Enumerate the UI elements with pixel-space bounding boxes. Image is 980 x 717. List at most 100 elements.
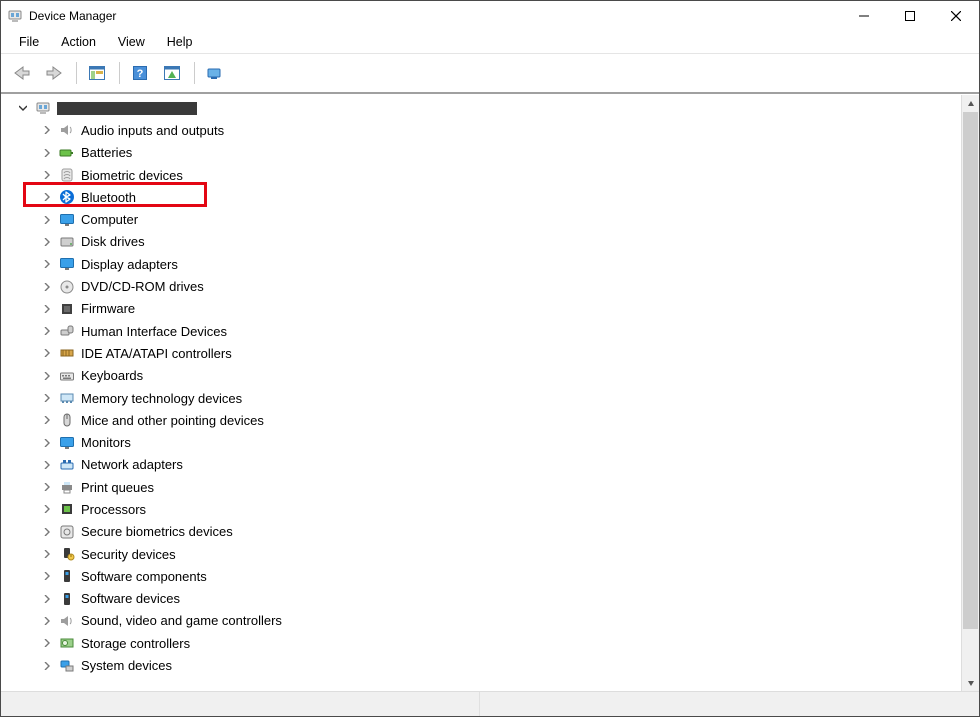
chevron-down-icon[interactable]	[17, 102, 29, 114]
tree-category[interactable]: Storage controllers	[5, 632, 961, 654]
chevron-right-icon[interactable]	[41, 370, 53, 382]
chevron-right-icon[interactable]	[41, 660, 53, 672]
category-label: Print queues	[81, 480, 154, 495]
chevron-right-icon[interactable]	[41, 191, 53, 203]
component-icon	[59, 568, 75, 584]
chevron-right-icon[interactable]	[41, 392, 53, 404]
tree-category[interactable]: Memory technology devices	[5, 387, 961, 409]
tree-root-node[interactable]	[5, 97, 961, 119]
tree-category[interactable]: Keyboards	[5, 365, 961, 387]
tree-category[interactable]: Human Interface Devices	[5, 320, 961, 342]
devices-and-printers-button[interactable]	[200, 60, 230, 86]
tree-category[interactable]: Software components	[5, 565, 961, 587]
tree-category[interactable]: Biometric devices	[5, 164, 961, 186]
scroll-down-button[interactable]	[962, 674, 979, 691]
category-label: Display adapters	[81, 257, 178, 272]
toolbar-separator	[119, 62, 120, 84]
category-label: Bluetooth	[81, 190, 136, 205]
scroll-up-button[interactable]	[962, 95, 979, 112]
menu-action[interactable]: Action	[51, 33, 106, 51]
scroll-track[interactable]	[962, 112, 979, 674]
monitor-icon	[59, 435, 75, 451]
menu-view[interactable]: View	[108, 33, 155, 51]
chevron-right-icon[interactable]	[41, 637, 53, 649]
chevron-right-icon[interactable]	[41, 325, 53, 337]
shield-icon	[59, 546, 75, 562]
category-label: Keyboards	[81, 368, 143, 383]
statusbar	[1, 691, 979, 716]
chevron-right-icon[interactable]	[41, 615, 53, 627]
chevron-right-icon[interactable]	[41, 414, 53, 426]
chevron-right-icon[interactable]	[41, 459, 53, 471]
chevron-right-icon[interactable]	[41, 593, 53, 605]
tree-category[interactable]: DVD/CD-ROM drives	[5, 275, 961, 297]
chevron-right-icon[interactable]	[41, 570, 53, 582]
tree-category[interactable]: Bluetooth	[5, 186, 961, 208]
tree-category[interactable]: Monitors	[5, 431, 961, 453]
minimize-button[interactable]	[841, 1, 887, 31]
show-hide-tree-button[interactable]	[82, 60, 112, 86]
chevron-right-icon[interactable]	[41, 236, 53, 248]
category-label: Storage controllers	[81, 636, 190, 651]
window-title: Device Manager	[29, 9, 116, 23]
tree-category[interactable]: Print queues	[5, 476, 961, 498]
disc-icon	[59, 279, 75, 295]
menu-file[interactable]: File	[9, 33, 49, 51]
chevron-right-icon[interactable]	[41, 503, 53, 515]
back-button[interactable]	[7, 60, 37, 86]
category-label: Disk drives	[81, 234, 145, 249]
help-button[interactable]: ?	[125, 60, 155, 86]
category-label: Sound, video and game controllers	[81, 613, 282, 628]
maximize-button[interactable]	[887, 1, 933, 31]
tree-category[interactable]: Network adapters	[5, 454, 961, 476]
tree-category[interactable]: Mice and other pointing devices	[5, 409, 961, 431]
chevron-right-icon[interactable]	[41, 147, 53, 159]
client-area: Audio inputs and outputs BatteriesBiometr…	[1, 94, 979, 691]
ide-icon	[59, 345, 75, 361]
category-label: Firmware	[81, 301, 135, 316]
chevron-right-icon[interactable]	[41, 481, 53, 493]
battery-icon	[59, 145, 75, 161]
category-label: Software components	[81, 569, 207, 584]
tree-category[interactable]: Display adapters	[5, 253, 961, 275]
fingerprint-icon	[59, 167, 75, 183]
vertical-scrollbar[interactable]	[961, 95, 979, 691]
chevron-right-icon[interactable]	[41, 548, 53, 560]
tree-category[interactable]: Processors	[5, 498, 961, 520]
scan-hardware-button[interactable]	[157, 60, 187, 86]
chevron-right-icon[interactable]	[41, 214, 53, 226]
chevron-right-icon[interactable]	[41, 169, 53, 181]
category-label: Memory technology devices	[81, 391, 242, 406]
tree-category[interactable]: Audio inputs and outputs	[5, 119, 961, 141]
tree-category[interactable]: Batteries	[5, 142, 961, 164]
chevron-right-icon[interactable]	[41, 526, 53, 538]
toolbar-separator	[194, 62, 195, 84]
category-label: Audio inputs and outputs	[81, 123, 224, 138]
tree-category[interactable]: Sound, video and game controllers	[5, 610, 961, 632]
chevron-right-icon[interactable]	[41, 347, 53, 359]
chevron-right-icon[interactable]	[41, 437, 53, 449]
root-label	[57, 102, 197, 115]
chevron-right-icon[interactable]	[41, 303, 53, 315]
tree-category[interactable]: Security devices	[5, 543, 961, 565]
chevron-right-icon[interactable]	[41, 281, 53, 293]
bluetooth-icon	[59, 189, 75, 205]
forward-button[interactable]	[39, 60, 69, 86]
tree-category[interactable]: System devices	[5, 654, 961, 676]
device-tree[interactable]: Audio inputs and outputs BatteriesBiometr…	[1, 95, 961, 691]
tree-category[interactable]: IDE ATA/ATAPI controllers	[5, 342, 961, 364]
tree-category[interactable]: Firmware	[5, 298, 961, 320]
chevron-right-icon[interactable]	[41, 124, 53, 136]
system-icon	[59, 658, 75, 674]
scroll-thumb[interactable]	[963, 112, 978, 629]
tree-category[interactable]: Disk drives	[5, 231, 961, 253]
tree-category[interactable]: Secure biometrics devices	[5, 521, 961, 543]
tree-category[interactable]: Computer	[5, 208, 961, 230]
close-button[interactable]	[933, 1, 979, 31]
menu-help[interactable]: Help	[157, 33, 203, 51]
category-label: System devices	[81, 658, 172, 673]
tree-category[interactable]: Software devices	[5, 588, 961, 610]
monitor-icon	[59, 212, 75, 228]
category-label: Monitors	[81, 435, 131, 450]
chevron-right-icon[interactable]	[41, 258, 53, 270]
